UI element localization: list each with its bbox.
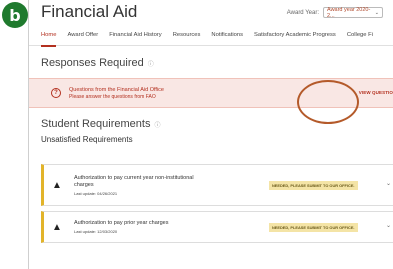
chevron-down-icon: ⌄ (374, 9, 379, 16)
responses-required-title: Responses Required (41, 57, 144, 69)
requirement-title: Authorization to pay prior year charges (74, 220, 169, 226)
warning-icon: ▲ (52, 179, 62, 191)
tab-resources[interactable]: Resources (173, 24, 201, 46)
requirement-text: Authorization to pay prior year charges … (74, 220, 214, 234)
tab-financial-aid-history[interactable]: Financial Aid History (109, 24, 162, 46)
chevron-down-icon[interactable]: ⌄ (386, 180, 391, 187)
unsatisfied-requirements-label: Unsatisfied Requirements (41, 135, 133, 144)
tab-home[interactable]: Home (41, 24, 57, 47)
responses-required-heading: Responses Required ⓘ (29, 57, 393, 69)
chevron-down-icon[interactable]: ⌄ (386, 222, 391, 229)
alert-subtitle: Please answer the questions from FAO (69, 93, 156, 100)
tab-notifications[interactable]: Notifications (211, 24, 243, 46)
info-icon[interactable]: ⓘ (154, 120, 160, 129)
view-questions-button[interactable]: VIEW QUESTIO (359, 90, 393, 95)
financial-aid-window: Financial Aid Award Year: Award year 202… (28, 0, 393, 269)
tab-bar: Home Award Offer Financial Aid History R… (29, 24, 393, 47)
requirement-item[interactable]: ▲ Authorization to pay prior year charge… (41, 211, 393, 243)
tab-college-financing[interactable]: College Fi (347, 24, 373, 46)
warning-icon: ▲ (52, 221, 62, 233)
requirement-text: Authorization to pay current year non-in… (74, 175, 214, 196)
tab-satisfactory-academic-progress[interactable]: Satisfactory Academic Progress (254, 24, 336, 46)
info-icon[interactable]: ⓘ (148, 59, 154, 68)
requirement-date: Last update: 12/03/2020 (74, 229, 118, 234)
question-icon: ? (51, 88, 61, 98)
step-badge: b (2, 2, 28, 28)
alert-title: Questions from the Financial Aid Office (69, 86, 164, 93)
requirement-title: Authorization to pay current year non-in… (74, 174, 194, 188)
award-year-value: Award year 2020-2... (327, 6, 371, 19)
award-year-dropdown[interactable]: Award year 2020-2... ⌄ (323, 6, 383, 19)
alert-text: Questions from the Financial Aid Office … (69, 87, 164, 100)
requirement-date: Last update: 04/26/2021 (74, 190, 118, 196)
requirement-item[interactable]: ▲ Authorization to pay current year non-… (41, 164, 393, 206)
app-header: Financial Aid Award Year: Award year 202… (29, 0, 393, 24)
page-title: Financial Aid (41, 2, 138, 21)
highlight-annotation (297, 80, 359, 124)
status-badge: NEEDED, PLEASE SUBMIT TO OUR OFFICE. (269, 223, 358, 232)
tab-award-offer[interactable]: Award Offer (67, 24, 98, 46)
award-year-label: Award Year: (286, 9, 319, 16)
status-badge: NEEDED, PLEASE SUBMIT TO OUR OFFICE. (269, 181, 358, 190)
student-requirements-title: Student Requirements (41, 118, 151, 130)
award-year-selector: Award Year: Award year 2020-2... ⌄ (286, 6, 383, 19)
